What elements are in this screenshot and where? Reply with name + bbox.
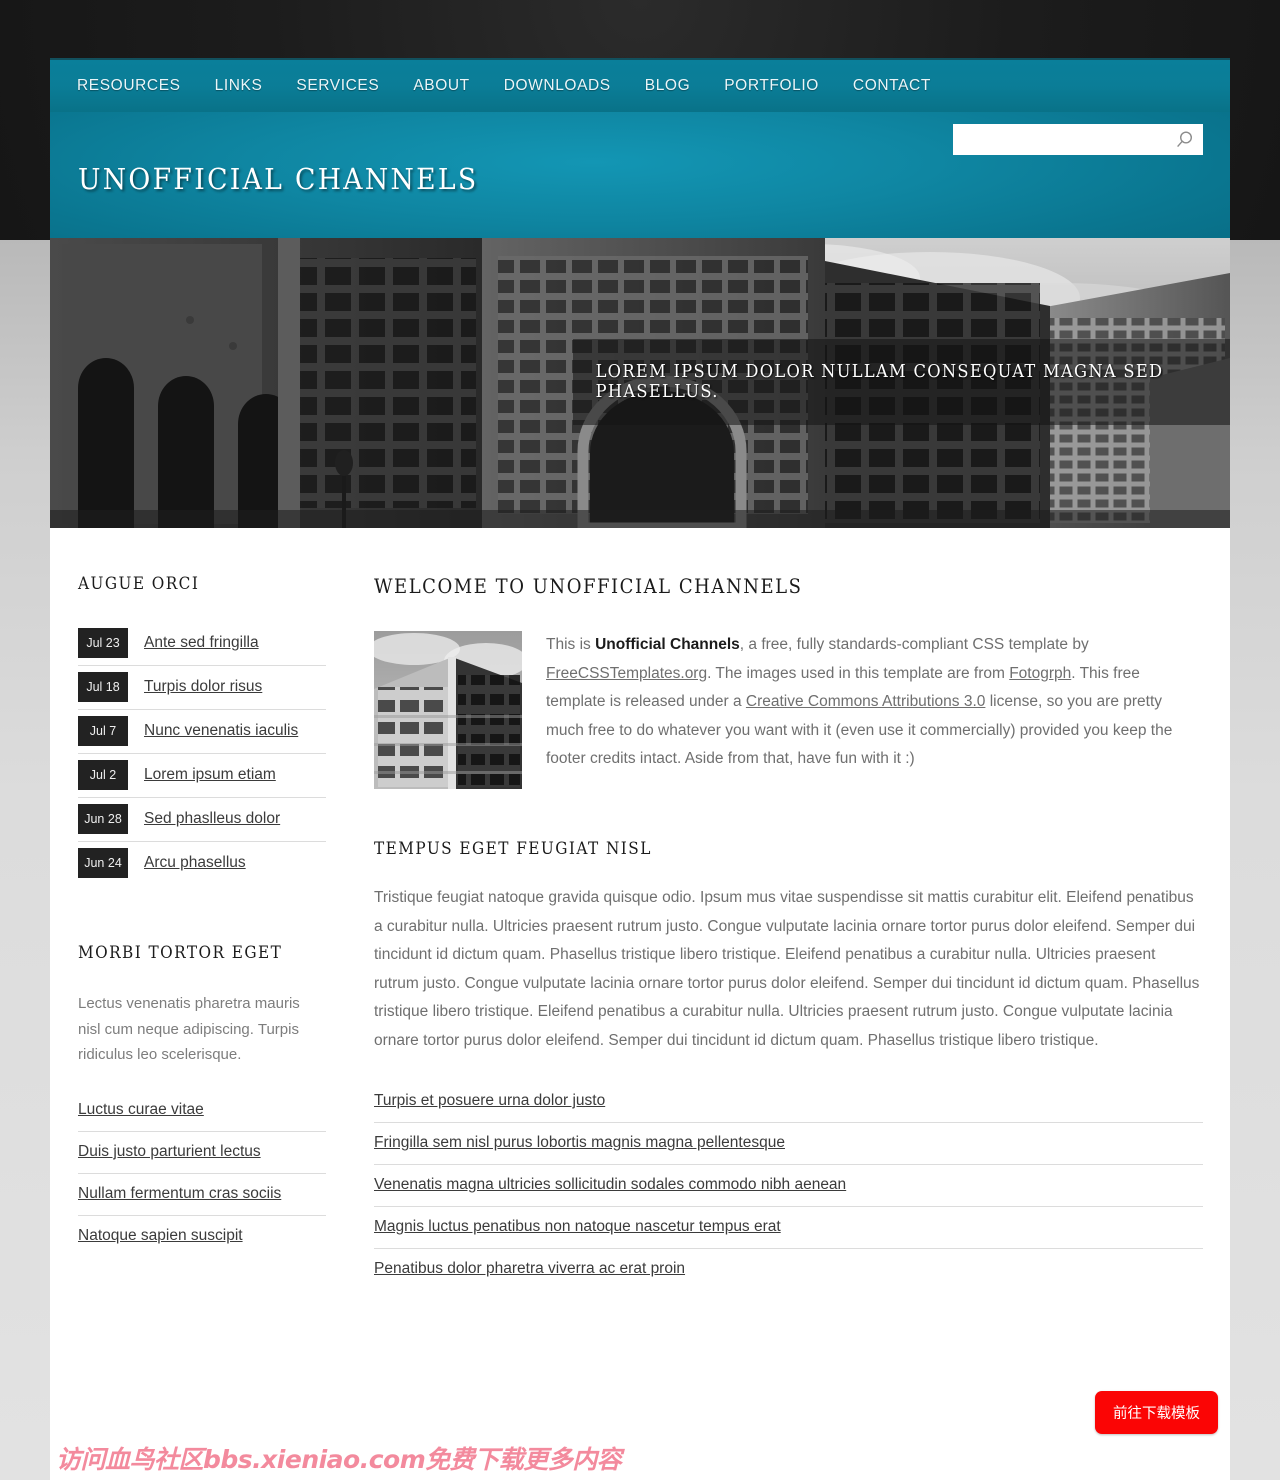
entry-link[interactable]: Lorem ipsum etiam [144,766,276,784]
list-item[interactable]: Magnis luctus penatibus non natoque nasc… [374,1207,1203,1249]
main-link[interactable]: Venenatis magna ultricies sollicitudin s… [374,1176,846,1193]
sidebar-morbi-block: MORBI TORTOR EGET Lectus venenatis phare… [78,943,326,1257]
search-icon[interactable] [1167,124,1203,155]
list-item[interactable]: Turpis et posuere urna dolor justo [374,1081,1203,1123]
list-item[interactable]: Jul 23 Ante sed fringilla [78,622,326,666]
sidebar-link-list: Luctus curae vitae Duis justo parturient… [78,1090,326,1257]
intro-text-1: This is [546,636,596,653]
intro-text-3: . The images used in this template are f… [707,664,1010,682]
date-badge: Jul 23 [78,628,128,658]
page-content: AUGUE ORCI Jul 23 Ante sed fringilla Jul… [50,528,1230,1480]
sidebar-date-list: Jul 23 Ante sed fringilla Jul 18 Turpis … [78,622,326,885]
list-item[interactable]: Jul 7 Nunc venenatis iaculis [78,710,326,754]
main-navigation: RESOURCES LINKS SERVICES ABOUT DOWNLOADS… [50,58,1230,112]
list-item[interactable]: Jul 2 Lorem ipsum etiam [78,754,326,798]
sidebar-heading-morbi: MORBI TORTOR EGET [78,943,283,963]
list-item[interactable]: Jun 24 Arcu phasellus [78,842,326,885]
entry-link[interactable]: Sed phaslleus dolor [144,810,280,828]
page-title: WELCOME TO UNOFFICIAL CHANNELS [374,574,803,598]
date-badge: Jun 24 [78,848,128,878]
nav-item-portfolio[interactable]: PORTFOLIO [724,77,819,95]
list-item[interactable]: Jul 18 Turpis dolor risus [78,666,326,710]
watermark-text: 访问血鸟社区bbs.xieniao.com免费下载更多内容 [56,1445,622,1474]
date-badge: Jul 2 [78,760,128,790]
sidebar-heading-augue: AUGUE ORCI [78,574,200,594]
main-link-list: Turpis et posuere urna dolor justo Fring… [374,1081,1203,1290]
entry-link[interactable]: Arcu phasellus [144,854,246,872]
site-logo[interactable]: UNOFFICIAL CHANNELS [78,162,479,196]
license-link[interactable]: Creative Commons Attributions 3.0 [746,693,986,710]
nav-item-about[interactable]: ABOUT [413,77,469,95]
entry-link[interactable]: Nunc venenatis iaculis [144,722,298,740]
fotogrph-link[interactable]: Fotogrph [1009,665,1071,682]
date-badge: Jun 28 [78,804,128,834]
intro-thumbnail [374,631,522,789]
banner-caption: LOREM IPSUM DOLOR NULLAM CONSEQUAT MAGNA… [573,339,1230,425]
sidebar: AUGUE ORCI Jul 23 Ante sed fringilla Jul… [78,574,356,1480]
sidebar-link[interactable]: Natoque sapien suscipit [78,1227,243,1244]
list-item[interactable]: Duis justo parturient lectus [78,1132,326,1174]
intro-block: This is Unofficial Channels, a free, ful… [374,631,1203,789]
intro-paragraph: This is Unofficial Channels, a free, ful… [546,631,1203,789]
hero-banner: LOREM IPSUM DOLOR NULLAM CONSEQUAT MAGNA… [50,238,1230,528]
sidebar-link[interactable]: Nullam fermentum cras sociis [78,1185,281,1202]
entry-link[interactable]: Turpis dolor risus [144,678,262,696]
nav-item-blog[interactable]: BLOG [645,77,690,95]
search-box [953,124,1203,155]
nav-item-contact[interactable]: CONTACT [853,77,931,95]
main-link[interactable]: Penatibus dolor pharetra viverra ac erat… [374,1260,685,1277]
download-template-button[interactable]: 前往下载模板 [1095,1391,1218,1434]
main-column: WELCOME TO UNOFFICIAL CHANNELS This is U… [356,574,1203,1480]
list-item[interactable]: Luctus curae vitae [78,1090,326,1132]
sidebar-link[interactable]: Duis justo parturient lectus [78,1143,261,1160]
page-wrapper: RESOURCES LINKS SERVICES ABOUT DOWNLOADS… [50,58,1230,1480]
main-link[interactable]: Fringilla sem nisl purus lobortis magnis… [374,1134,785,1151]
nav-item-services[interactable]: SERVICES [296,77,379,95]
date-badge: Jul 18 [78,672,128,702]
brand-name: Unofficial Channels [595,636,740,653]
sidebar-paragraph: Lectus venenatis pharetra mauris nisl cu… [78,995,300,1063]
section-heading-tempus: TEMPUS EGET FEUGIAT NISL [374,839,652,859]
list-item[interactable]: Penatibus dolor pharetra viverra ac erat… [374,1249,1203,1290]
sidebar-link[interactable]: Luctus curae vitae [78,1101,204,1118]
list-item[interactable]: Fringilla sem nisl purus lobortis magnis… [374,1123,1203,1165]
list-item[interactable]: Nullam fermentum cras sociis [78,1174,326,1216]
freecsstemplates-link[interactable]: FreeCSSTemplates.org [546,665,707,682]
entry-link[interactable]: Ante sed fringilla [144,634,259,652]
intro-text-2: , a free, fully standards-compliant CSS … [739,636,1089,653]
nav-item-downloads[interactable]: DOWNLOADS [504,77,611,95]
list-item[interactable]: Natoque sapien suscipit [78,1216,326,1257]
main-link[interactable]: Magnis luctus penatibus non natoque nasc… [374,1218,781,1235]
banner-caption-text: LOREM IPSUM DOLOR NULLAM CONSEQUAT MAGNA… [595,362,1164,402]
nav-item-links[interactable]: LINKS [215,77,263,95]
search-input[interactable] [959,125,1167,154]
list-item[interactable]: Jun 28 Sed phaslleus dolor [78,798,326,842]
site-header: RESOURCES LINKS SERVICES ABOUT DOWNLOADS… [50,58,1230,238]
body-paragraph: Tristique feugiat natoque gravida quisqu… [374,889,1200,1049]
list-item[interactable]: Venenatis magna ultricies sollicitudin s… [374,1165,1203,1207]
main-link[interactable]: Turpis et posuere urna dolor justo [374,1092,605,1109]
date-badge: Jul 7 [78,716,128,746]
nav-item-resources[interactable]: RESOURCES [77,77,181,95]
